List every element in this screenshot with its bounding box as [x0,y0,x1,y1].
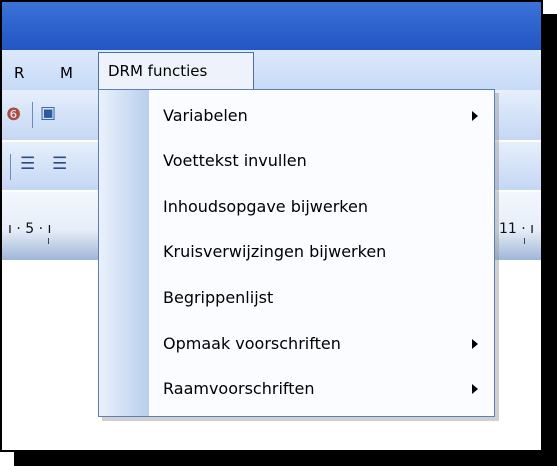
menu-item-raamvoorschriften[interactable]: Raamvoorschriften [99,368,494,412]
ruler-tick [524,238,525,244]
menu-drm-functies[interactable]: DRM functies [98,52,254,90]
ruler-label-left: ı · 5 · ı [8,221,52,237]
toolbar-icon[interactable]: ❻ [6,105,21,125]
frame-shadow [14,452,557,466]
toolbar-icon[interactable]: ▣ [40,103,56,123]
bulleted-list-icon[interactable]: ☰ [52,154,67,174]
menu-item-inhoudsopgave-bijwerken[interactable]: Inhoudsopgave bijwerken [99,186,494,230]
menu-bar: R M [2,50,541,90]
screenshot-frame: R M ❻ ▣ ☰ ☰ ı · 5 · ı 11 · ı DRM functie… [0,0,557,466]
menu-item-voettekst-invullen[interactable]: Voettekst invullen [99,140,494,184]
menu-m[interactable]: M [60,64,73,82]
menu-r[interactable]: R [14,64,24,82]
menu-item-label: Variabelen [163,106,248,125]
menu-item-variabelen[interactable]: Variabelen [99,95,494,139]
menu-item-opmaak-voorschriften[interactable]: Opmaak voorschriften [99,323,494,367]
menu-item-label: Voettekst invullen [163,151,307,170]
menu-item-label: Begrippenlijst [163,288,274,307]
menu-item-label: Inhoudsopgave bijwerken [163,197,368,216]
title-bar [2,2,541,50]
submenu-arrow-icon [472,111,478,121]
ruler-tick [48,238,49,244]
menu-item-label: Kruisverwijzingen bijwerken [163,242,387,261]
toolbar-separator [32,102,33,128]
menu-item-begrippenlijst[interactable]: Begrippenlijst [99,277,494,321]
menu-item-kruisverwijzingen-bijwerken[interactable]: Kruisverwijzingen bijwerken [99,231,494,275]
toolbar-separator [10,154,11,180]
numbered-list-icon[interactable]: ☰ [20,154,35,174]
submenu-arrow-icon [472,339,478,349]
menu-drm-functies-label: DRM functies [108,62,208,80]
ruler-label-right: 11 · ı [499,221,535,237]
frame-shadow [543,14,557,466]
submenu-arrow-icon [472,384,478,394]
menu-item-label: Opmaak voorschriften [163,334,341,353]
drm-functies-dropdown: Variabelen Voettekst invullen Inhoudsopg… [98,89,495,417]
menu-item-label: Raamvoorschriften [163,379,315,398]
